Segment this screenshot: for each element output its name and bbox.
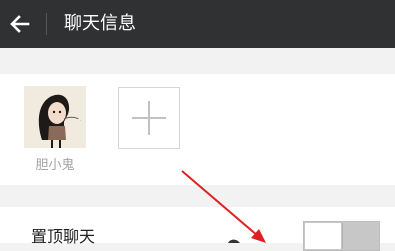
members-card: 胆小鬼 [0,74,395,185]
back-button[interactable] [0,0,38,48]
avatar [24,86,86,148]
toggle-knob [305,223,341,249]
pin-chat-label: 置顶聊天 [31,227,96,246]
pin-chat-toggle[interactable] [303,221,380,251]
title-bar: 聊天信息 [0,0,395,48]
member-name: 胆小鬼 [35,158,75,173]
title-divider [46,13,47,35]
back-arrow-icon [10,15,30,33]
page-title: 聊天信息 [64,13,136,34]
pin-chat-row[interactable]: 置顶聊天 [0,207,395,251]
add-member-button[interactable] [118,87,180,149]
